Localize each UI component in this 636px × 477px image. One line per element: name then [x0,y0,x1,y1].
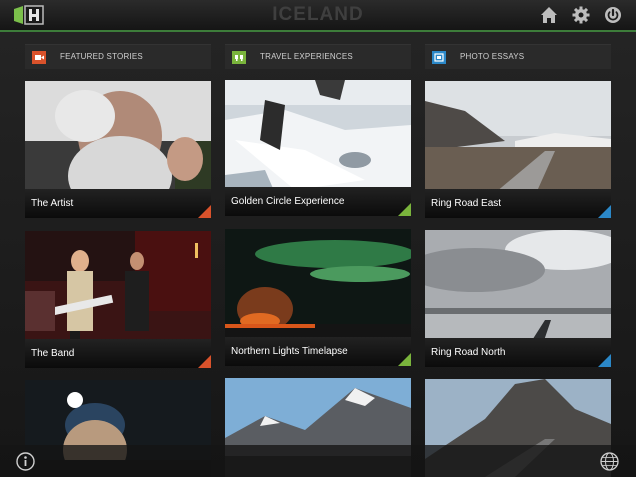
category-header-featured-stories[interactable]: FEATURED STORIES [25,44,211,69]
travel-corner-marker [398,203,411,216]
home-icon[interactable] [540,6,558,24]
tile-caption: Golden Circle Experience [225,187,411,216]
quote-icon [232,51,246,64]
story-tile-the-band[interactable]: The Band [25,231,211,368]
tile-title: Golden Circle Experience [231,196,345,207]
category-label: FEATURED STORIES [60,52,143,61]
photo-corner-marker [598,205,611,218]
tile-title: The Band [31,348,75,359]
info-icon[interactable] [16,452,35,471]
category-header-travel-experiences[interactable]: TRAVEL EXPERIENCES [225,44,411,69]
tile-title: The Artist [31,198,74,209]
tile-title: Northern Lights Timelapse [231,346,348,357]
power-icon[interactable] [604,6,622,24]
tile-caption: Ring Road North [425,338,611,367]
category-label: TRAVEL EXPERIENCES [260,52,353,61]
tile-caption: The Band [25,339,211,368]
category-header-photo-essays[interactable]: PHOTO ESSAYS [425,44,611,69]
tile-caption: Northern Lights Timelapse [225,337,411,366]
story-tile-the-artist[interactable]: The Artist [25,81,211,218]
top-bar: ICELAND [0,0,636,32]
featured-stories-column: FEATURED STORIES [25,44,211,69]
story-tile-ring-road-north[interactable]: Ring Road North [425,230,611,367]
photo-corner-marker [598,354,611,367]
bottom-bar [0,445,636,477]
gear-icon[interactable] [572,6,590,24]
story-tile-ring-road-east[interactable]: Ring Road East [425,81,611,218]
tile-caption: The Artist [25,189,211,218]
tile-caption: Ring Road East [425,189,611,218]
tile-title: Ring Road East [431,198,502,209]
globe-icon[interactable] [600,452,619,471]
featured-corner-marker [198,205,211,218]
featured-corner-marker [198,355,211,368]
story-tile-golden-circle-experience[interactable]: Golden Circle Experience [225,80,411,216]
category-label: PHOTO ESSAYS [460,52,525,61]
story-tile-northern-lights-timelapse[interactable]: Northern Lights Timelapse [225,229,411,366]
travel-corner-marker [398,353,411,366]
photo-icon [432,51,446,64]
travel-experiences-column: TRAVEL EXPERIENCES [225,44,411,69]
photo-essays-column: PHOTO ESSAYS [425,44,611,69]
tile-title: Ring Road North [431,347,506,358]
video-icon [32,51,46,64]
content-area: FEATURED STORIES The Artist The Band TRA… [0,32,636,477]
